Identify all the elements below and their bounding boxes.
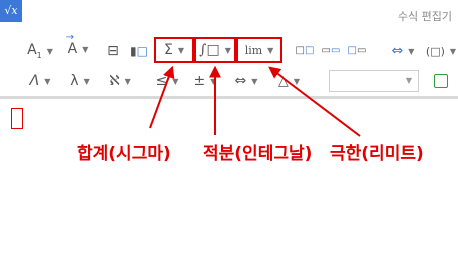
layout-button-1[interactable]: □□ — [294, 40, 316, 62]
triangle-button[interactable]: △ ▼ — [272, 70, 306, 92]
sigma-button[interactable]: Σ ▼ — [156, 39, 192, 61]
font-select[interactable]: ▼ — [329, 70, 419, 92]
limit-annotation: 극한(리미트) — [330, 144, 424, 164]
less-equal-icon: ≤ — [155, 73, 168, 89]
triangle-icon: △ — [278, 73, 289, 89]
chevron-down-icon: ▼ — [82, 44, 89, 54]
chevron-down-icon: ▼ — [224, 45, 231, 55]
sigma-annotation: 합계(시그마) — [77, 144, 171, 164]
italic-greek-button[interactable]: Λ ▼ — [22, 70, 58, 92]
chevron-down-icon: ▼ — [267, 45, 274, 55]
plusminus-button[interactable]: ± ▼ — [188, 70, 222, 92]
aleph-button[interactable]: ℵ ▼ — [102, 70, 138, 92]
layout-button-3[interactable]: □▭ — [346, 40, 368, 62]
title-bar: √x 수식 편집기 — [0, 0, 458, 30]
double-arrow-button[interactable]: ⇔ ▼ — [226, 70, 266, 92]
lambda-icon: λ — [70, 73, 79, 89]
chevron-down-icon: ▼ — [251, 76, 258, 86]
chevron-down-icon: ▼ — [83, 76, 90, 86]
limit-icon: lim — [244, 43, 263, 57]
arrow-grid-icon: ⇔ — [391, 43, 404, 59]
input-placeholder-box[interactable] — [11, 108, 23, 129]
aleph-icon: ℵ — [109, 73, 120, 89]
fraction-icon: ⊟ — [107, 43, 119, 59]
italic-lambda-icon: Λ — [29, 73, 40, 89]
arrow-grid-button[interactable]: ⇔ ▼ — [386, 40, 420, 62]
paren-icon: (□) — [425, 44, 445, 58]
chevron-down-icon: ▼ — [44, 76, 51, 86]
integral-annotation: 적분(인테그날) — [203, 144, 313, 164]
layout-button-2[interactable]: ▭▭ — [320, 40, 342, 62]
chevron-down-icon: ▼ — [172, 76, 179, 86]
chevron-down-icon: ▼ — [293, 76, 300, 86]
chevron-down-icon: ▼ — [210, 76, 217, 86]
double-arrow-icon: ⇔ — [234, 73, 247, 89]
layout-3-icon: □▭ — [347, 45, 367, 56]
matrix-button[interactable]: ▮□ — [128, 40, 150, 62]
sigma-icon: Σ — [163, 42, 173, 58]
chevron-down-icon: ▼ — [177, 45, 184, 55]
equation-editor-icon: √x — [0, 0, 22, 22]
fraction-button[interactable]: ⊟ — [103, 40, 123, 62]
matrix-icon: ▮□ — [130, 44, 148, 58]
vector-accent-icon: → A — [65, 32, 78, 57]
equation-editor-area[interactable] — [0, 99, 458, 279]
window-title: 수식 편집기 — [397, 10, 452, 23]
limit-button[interactable]: lim ▼ — [238, 39, 280, 61]
chevron-down-icon: ▼ — [405, 76, 412, 85]
chevron-down-icon: ▼ — [449, 46, 457, 56]
chevron-down-icon: ▼ — [46, 46, 53, 56]
toolbar: A1 ▼ → A ▼ ⊟ ▮□ Σ ▼ ∫□ ▼ lim ▼ □□ ▭▭ □▭ ⇔ ▼ (□)… — [0, 30, 458, 96]
vector-accent-button[interactable]: → A ▼ — [60, 32, 96, 60]
font-size-icon: A1 — [27, 41, 42, 60]
plus-minus-icon: ± — [193, 73, 206, 89]
lambda-button[interactable]: λ ▼ — [62, 70, 98, 92]
chevron-down-icon: ▼ — [124, 76, 131, 86]
layout-1-icon: □□ — [295, 45, 315, 56]
font-size-button[interactable]: A1 ▼ — [22, 40, 58, 62]
relation-button[interactable]: ≤ ▼ — [150, 70, 184, 92]
paren-button[interactable]: (□) ▼ — [424, 40, 458, 62]
insert-green-icon[interactable] — [434, 74, 448, 88]
layout-2-icon: ▭▭ — [321, 45, 341, 56]
integral-icon: ∫□ — [199, 42, 220, 58]
integral-button[interactable]: ∫□ ▼ — [196, 39, 234, 61]
chevron-down-icon: ▼ — [408, 46, 415, 56]
